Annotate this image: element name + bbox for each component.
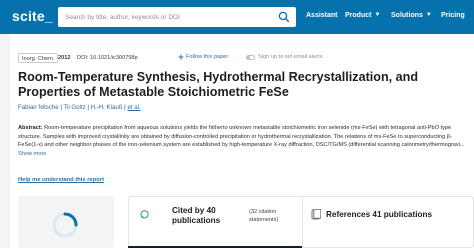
publication-year: 2012	[58, 55, 71, 61]
chevron-down-icon: ▼	[425, 12, 432, 18]
author-link[interactable]: Fabian Nitsche	[18, 104, 59, 111]
citation-statements-count: (32 citation statements)	[249, 208, 278, 224]
follow-paper-button[interactable]: Follow this paper	[186, 54, 228, 60]
abstract-text: Room-temperature precipitation from aque…	[18, 125, 465, 149]
journal-tag[interactable]: Inorg. Chem.	[18, 53, 59, 63]
nav-product[interactable]: Product ▼	[345, 12, 380, 19]
search-button[interactable]	[275, 8, 293, 26]
metrics-divider	[302, 196, 303, 248]
abstract: Abstract: Room-temperature precipitation…	[18, 124, 470, 158]
quote-bubble-icon	[140, 210, 149, 219]
references-tab[interactable]: References 41 publications	[326, 210, 432, 219]
search-icon	[278, 11, 290, 23]
left-gutter	[0, 34, 10, 248]
nav-solutions-label: Solutions	[391, 12, 423, 19]
cited-by-count: Cited by 40	[172, 206, 216, 215]
doi-label[interactable]: DOI: 10.1021/ic300798p	[77, 55, 138, 61]
more-authors-link[interactable]: et al.	[127, 104, 140, 111]
nav-assistant-label: Assistant	[306, 12, 338, 19]
nav-solutions[interactable]: Solutions ▼	[391, 12, 432, 19]
cited-by-tab[interactable]: Cited by 40 publications	[172, 206, 220, 226]
email-alerts-toggle[interactable]	[246, 55, 255, 60]
author-link[interactable]: H.-H. Klauß	[91, 104, 123, 111]
loading-spinner-icon	[52, 212, 78, 238]
plus-icon	[178, 54, 184, 60]
nav-pricing-label: Pricing	[441, 12, 465, 19]
nav-product-label: Product	[345, 12, 372, 19]
document-icon	[311, 209, 321, 220]
show-more-link[interactable]: Show more	[18, 151, 46, 157]
scite-logo[interactable]: scite_	[12, 8, 53, 24]
author-list: Fabian Nitsche | Til Goltz | H.-H. Klauß…	[18, 104, 141, 111]
chevron-down-icon: ▼	[374, 12, 381, 18]
help-understand-report-link[interactable]: Help me understand this report	[18, 177, 104, 183]
email-alerts-label: Sign up to set email alerts	[258, 54, 323, 60]
search-box	[58, 7, 296, 27]
citation-statements-line1: (32 citation	[249, 209, 277, 215]
nav-pricing[interactable]: Pricing	[441, 12, 465, 19]
paper-title: Room-Temperature Synthesis, Hydrothermal…	[18, 70, 419, 100]
cited-by-unit: publications	[172, 216, 221, 225]
abstract-label: Abstract:	[18, 125, 43, 131]
nav-assistant[interactable]: Assistant	[306, 12, 338, 19]
author-link[interactable]: Til Goltz	[64, 104, 86, 111]
citation-statements-line2: statements)	[249, 217, 279, 223]
search-input[interactable]	[65, 10, 265, 24]
